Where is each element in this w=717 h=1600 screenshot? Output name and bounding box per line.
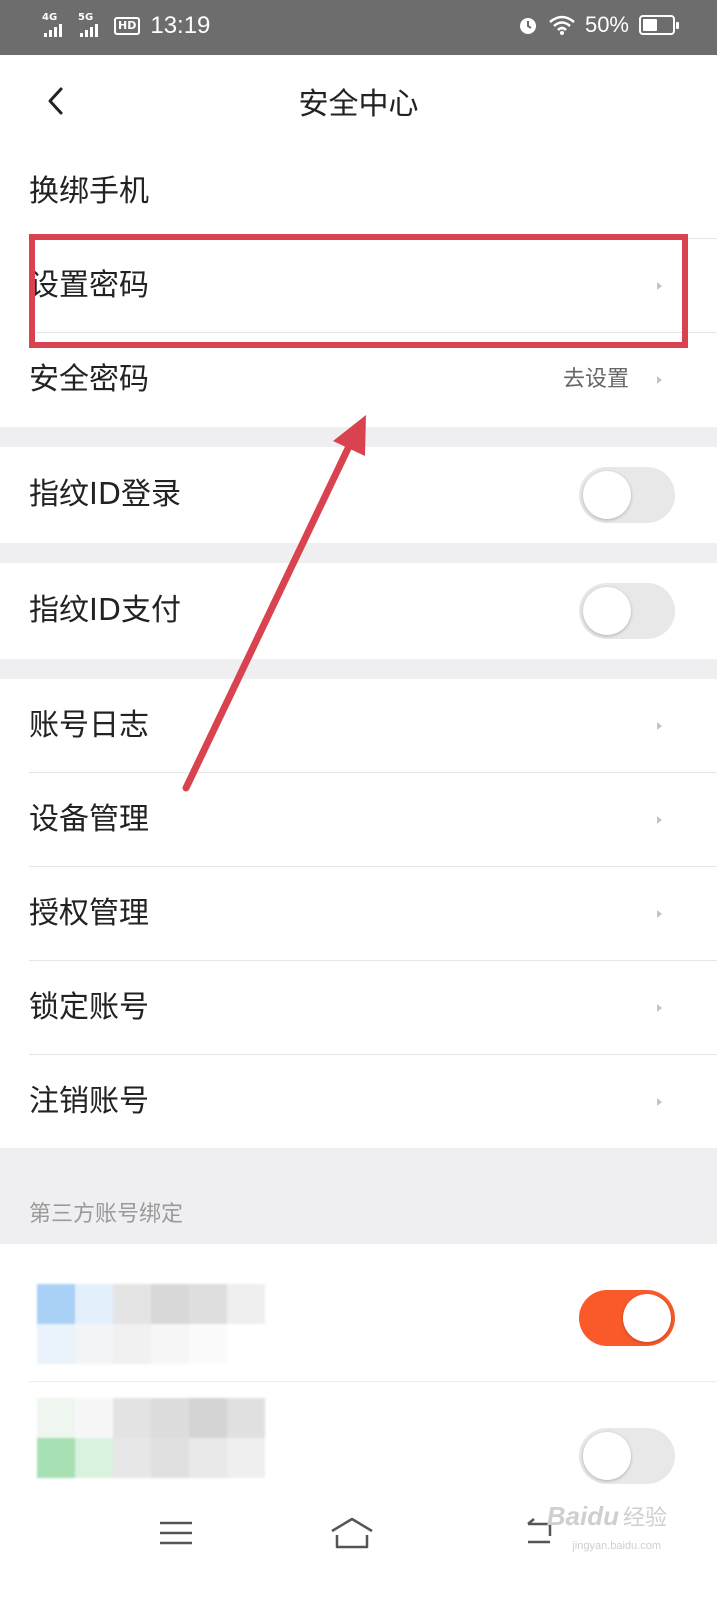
section-title: 第三方账号绑定 xyxy=(29,1202,184,1227)
watermark-text: 经验 xyxy=(622,1506,667,1531)
blurred-account-icon xyxy=(37,1398,265,1478)
baidu-watermark: Baidu 经验 xyxy=(547,1500,667,1532)
chevron-right-icon xyxy=(657,910,662,918)
blurred-account-icon xyxy=(37,1284,265,1364)
status-time: 13:19 xyxy=(150,12,211,39)
battery-percent: 50% xyxy=(584,12,629,37)
menu-item-set-password[interactable]: 设置密码 xyxy=(0,239,717,333)
chevron-right-icon xyxy=(657,722,662,730)
chevron-right-icon xyxy=(657,1098,662,1106)
watermark-url: jingyan.baidu.com xyxy=(572,1540,661,1552)
status-right: 50% xyxy=(517,12,679,38)
alarm-icon xyxy=(519,18,536,34)
app-header: 安全中心 xyxy=(0,55,717,145)
menu-item-authorization[interactable]: 授权管理 xyxy=(0,867,717,961)
menu-item-lock-account[interactable]: 锁定账号 xyxy=(0,961,717,1055)
menu-icon xyxy=(160,1521,192,1545)
section-gap xyxy=(0,659,717,679)
home-button[interactable] xyxy=(322,1508,382,1558)
network-type-label: 4G xyxy=(42,12,58,23)
chevron-right-icon xyxy=(657,376,662,384)
status-left: 4G 5G HD 13:19 xyxy=(42,12,210,40)
section-gap xyxy=(0,543,717,563)
fingerprint-login-toggle[interactable] xyxy=(579,467,675,523)
recent-apps-button[interactable] xyxy=(146,1508,206,1558)
network-type-label: 5G xyxy=(78,12,94,23)
menu-item-cancel-account[interactable]: 注销账号 xyxy=(0,1055,717,1149)
menu-item-label: 安全密码 xyxy=(29,362,149,397)
menu-item-device-management[interactable]: 设备管理 xyxy=(0,773,717,867)
chevron-right-icon xyxy=(657,816,662,824)
section-gap xyxy=(0,427,717,447)
menu-item-label: 换绑手机 xyxy=(29,174,149,209)
third-party-toggle[interactable] xyxy=(579,1290,675,1346)
fingerprint-login-label: 指纹ID登录 xyxy=(29,477,181,512)
fingerprint-pay-label: 指纹ID支付 xyxy=(29,593,181,628)
chevron-right-icon xyxy=(657,282,662,290)
menu-item-label: 锁定账号 xyxy=(29,990,149,1025)
watermark-logo: Baidu xyxy=(546,1500,619,1531)
third-party-row xyxy=(0,1244,717,1382)
menu-item-label: 设置密码 xyxy=(29,268,149,303)
menu-item-value: 去设置 xyxy=(562,367,629,392)
menu-item-label: 账号日志 xyxy=(29,708,149,743)
wifi-icon xyxy=(549,15,575,35)
menu-item-label: 授权管理 xyxy=(29,896,149,931)
fingerprint-pay-row: 指纹ID支付 xyxy=(0,563,717,659)
third-party-section-header: 第三方账号绑定 xyxy=(0,1148,717,1244)
status-bar: 4G 5G HD 13:19 50% xyxy=(0,0,717,55)
menu-item-label: 设备管理 xyxy=(29,802,149,837)
home-icon xyxy=(331,1517,373,1549)
battery-icon xyxy=(639,15,679,35)
fingerprint-pay-toggle[interactable] xyxy=(579,583,675,639)
menu-item-security-password[interactable]: 安全密码 去设置 xyxy=(0,333,717,427)
third-party-toggle[interactable] xyxy=(579,1428,675,1484)
hd-voice-icon: HD xyxy=(114,17,141,35)
menu-item-change-phone[interactable]: 换绑手机 xyxy=(0,145,717,239)
chevron-right-icon xyxy=(657,1004,662,1012)
fingerprint-login-row: 指纹ID登录 xyxy=(0,447,717,543)
page-title: 安全中心 xyxy=(298,87,419,122)
menu-item-label: 注销账号 xyxy=(29,1084,149,1119)
signal-icon: 5G xyxy=(78,13,108,39)
signal-icon: 4G xyxy=(42,13,72,39)
menu-item-account-log[interactable]: 账号日志 xyxy=(0,679,717,773)
